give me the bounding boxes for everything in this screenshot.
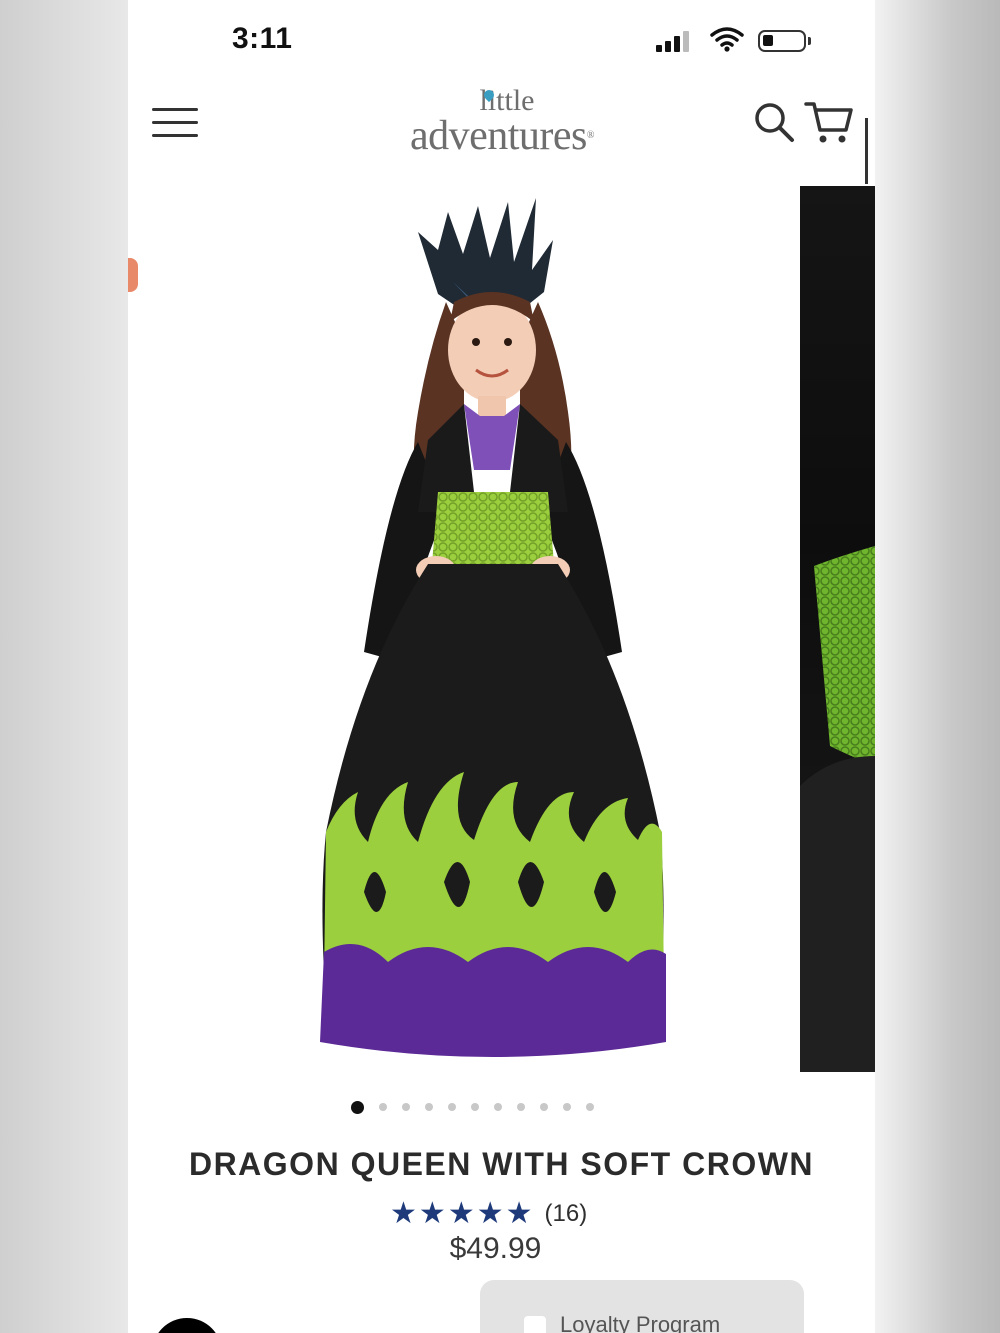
carousel-dot-11[interactable] (586, 1103, 594, 1111)
carousel-dot-4[interactable] (425, 1103, 433, 1111)
star-icon: ★ (505, 1197, 533, 1230)
star-rating: ★ ★ ★ ★ ★ (390, 1199, 533, 1229)
product-carousel[interactable] (128, 186, 875, 1076)
previous-image-peek[interactable] (128, 258, 138, 292)
logo-bottom-word: adventures (409, 113, 587, 159)
carousel-dot-10[interactable] (563, 1103, 571, 1111)
battery-icon (758, 30, 811, 52)
search-icon[interactable] (752, 100, 796, 144)
logo-top-text: little (479, 84, 535, 117)
carousel-dot-5[interactable] (448, 1103, 456, 1111)
brand-logo[interactable]: little adventures® (374, 86, 630, 162)
product-rating[interactable]: ★ ★ ★ ★ ★ (16) (390, 1196, 587, 1232)
carousel-dot-6[interactable] (471, 1103, 479, 1111)
star-icon: ★ (390, 1197, 417, 1230)
product-title: DRAGON QUEEN WITH SOFT CROWN (188, 1146, 815, 1182)
carousel-dots (351, 1100, 594, 1114)
product-image[interactable] (268, 192, 728, 1062)
next-image-peek[interactable] (800, 186, 875, 1072)
star-icon: ★ (476, 1197, 504, 1230)
status-icons (656, 24, 816, 56)
gift-icon (524, 1316, 546, 1333)
review-count[interactable]: (16) (545, 1200, 588, 1228)
wifi-icon (710, 27, 744, 52)
carousel-dot-9[interactable] (540, 1103, 548, 1111)
cart-divider (865, 118, 868, 184)
status-time: 3:11 (232, 22, 293, 55)
menu-icon[interactable] (152, 104, 198, 140)
carousel-dot-2[interactable] (379, 1103, 387, 1111)
loyalty-program-label: Loyalty Program (560, 1312, 721, 1333)
loyalty-program-button[interactable]: Loyalty Program (480, 1280, 804, 1333)
star-icon: ★ (447, 1197, 475, 1230)
product-price: $49.99 (449, 1232, 542, 1265)
phone-screen: 3:11 little adventures® DRAGON QUEEN WIT… (128, 0, 875, 1333)
carousel-dot-1[interactable] (351, 1100, 364, 1114)
logo-trademark: ® (586, 130, 595, 141)
chat-bubble-icon[interactable] (152, 1318, 222, 1333)
cart-icon[interactable] (804, 98, 854, 146)
blurred-backdrop-left (0, 0, 128, 1333)
logo-bottom-text: adventures® (374, 113, 630, 159)
blurred-backdrop-right (875, 0, 1000, 1333)
carousel-dot-3[interactable] (402, 1103, 410, 1111)
next-image-detail (800, 546, 875, 1072)
carousel-dot-8[interactable] (517, 1103, 525, 1111)
carousel-dot-7[interactable] (494, 1103, 502, 1111)
signal-icon (656, 30, 694, 52)
star-icon: ★ (418, 1197, 446, 1230)
